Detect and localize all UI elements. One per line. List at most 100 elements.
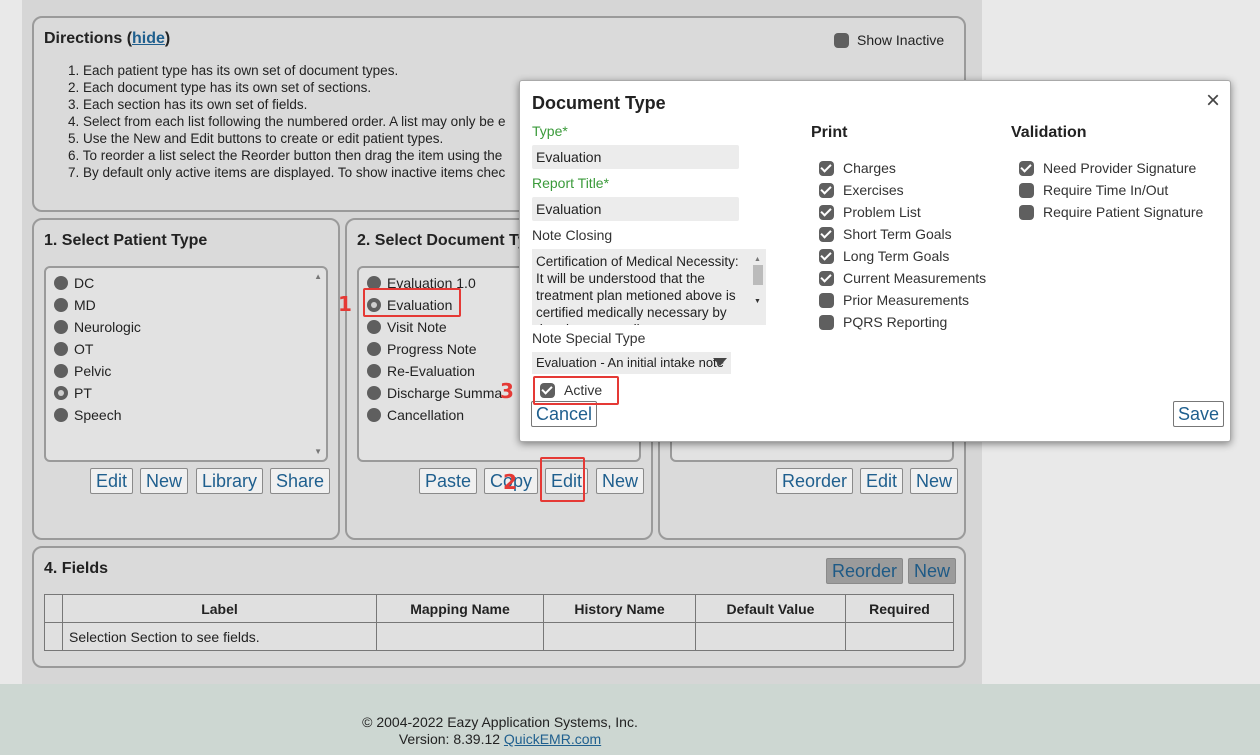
patient-edit-button[interactable]: Edit [90,468,134,494]
checkbox-label: Charges [843,160,896,176]
show-inactive-checkbox[interactable] [834,32,849,48]
textarea-scrollbar[interactable]: ▲ ▼ [752,251,764,321]
print-header: Print [811,124,848,141]
scroll-down-icon[interactable]: ▼ [314,447,322,456]
list-item-label: Re-Evaluation [387,363,475,379]
table-cell [376,622,544,651]
directions-title: Directions (hide) [44,30,171,47]
report-title-field[interactable]: Evaluation [532,197,739,221]
radio-icon[interactable] [54,364,68,378]
checkbox[interactable] [819,205,834,220]
fields-new-button[interactable]: New [908,558,957,584]
checkbox-label: Problem List [843,204,921,220]
table-row: Selection Section to see fields. [44,622,954,651]
radio-icon[interactable] [367,364,381,378]
checkbox-label: Require Patient Signature [1043,204,1204,220]
list-item[interactable]: Neurologic [54,316,318,338]
list-item-label: OT [74,341,94,357]
checkbox[interactable] [819,315,834,330]
callout-1: 1 [338,292,352,316]
table-cell [543,622,696,651]
direction-item: 3. Each section has its own set of field… [68,97,308,112]
table-header-row: Label Mapping Name History Name Default … [44,594,954,623]
hide-link[interactable]: hide [132,30,165,47]
table-header[interactable]: Label [62,594,377,623]
empty-text: Selection Section to see fields. [62,622,377,651]
radio-icon[interactable] [54,276,68,290]
list-item-label: DC [74,275,95,291]
table-cell [845,622,954,651]
checkbox[interactable] [1019,205,1034,220]
document-type-title: 2. Select Document Ty [357,232,527,249]
radio-icon[interactable] [367,386,381,400]
type-field[interactable]: Evaluation [532,145,739,169]
save-button[interactable]: Save [1173,401,1225,427]
list-item[interactable]: DC [54,272,318,294]
list-item[interactable]: PT [54,382,318,404]
chevron-down-icon [713,358,727,366]
checkbox-label: Require Time In/Out [1043,182,1169,198]
checkbox[interactable] [819,293,834,308]
patient-library-button[interactable]: Library [196,468,264,494]
list-item-label: Speech [74,407,122,423]
radio-icon[interactable] [367,342,381,356]
note-closing-textarea[interactable]: Certification of Medical Necessity: It w… [532,249,766,325]
list-item-label: Cancellation [387,407,465,423]
validation-header: Validation [1011,124,1087,141]
dialog-title: Document Type [532,93,666,113]
radio-icon[interactable] [367,320,381,334]
checkbox-label: Prior Measurements [843,292,970,308]
radio-icon[interactable] [54,298,68,312]
fields-table: Label Mapping Name History Name Default … [44,594,954,651]
list-item[interactable]: Pelvic [54,360,318,382]
list-item-label: Pelvic [74,363,112,379]
patient-share-button[interactable]: Share [270,468,331,494]
document-type-dialog: Document Type × Type* Evaluation Report … [519,80,1231,442]
checkbox[interactable] [1019,183,1034,198]
table-header-spacer [44,594,63,623]
radio-icon[interactable] [54,408,68,422]
checkbox[interactable] [819,249,834,264]
section-new-button[interactable]: New [910,468,959,494]
report-title-label: Report Title* [532,175,610,191]
document-new-button[interactable]: New [596,468,645,494]
checkbox-label: Current Measurements [843,270,987,286]
list-item[interactable]: Speech [54,404,318,426]
list-item-label: Visit Note [387,319,447,335]
radio-icon[interactable] [54,320,68,334]
list-item[interactable]: OT [54,338,318,360]
section-edit-button[interactable]: Edit [860,468,904,494]
checkbox-label: Long Term Goals [843,248,950,264]
show-inactive-toggle[interactable]: Show Inactive [834,32,944,48]
table-header[interactable]: Default Value [695,594,846,623]
checkbox[interactable] [819,227,834,242]
document-paste-button[interactable]: Paste [419,468,478,494]
table-header[interactable]: Required [845,594,954,623]
note-special-type-select[interactable]: Evaluation - An initial intake note [532,352,731,374]
radio-icon[interactable] [367,408,381,422]
patient-type-list[interactable]: ▲ ▼ DC MD Neurologic OT Pelvic PT Speech [44,266,328,462]
table-header[interactable]: History Name [543,594,696,623]
direction-item: 1. Each patient type has its own set of … [68,63,399,78]
checkbox[interactable] [1019,161,1034,176]
fields-reorder-button[interactable]: Reorder [826,558,904,584]
radio-icon[interactable] [54,386,68,400]
checkbox[interactable] [819,183,834,198]
checkbox[interactable] [819,271,834,286]
section-reorder-button[interactable]: Reorder [776,468,854,494]
fields-title: 4. Fields [44,560,109,577]
list-item[interactable]: MD [54,294,318,316]
table-header[interactable]: Mapping Name [376,594,544,623]
radio-icon[interactable] [54,342,68,356]
note-special-type-value: Evaluation - An initial intake note [536,355,724,370]
checkbox[interactable] [819,161,834,176]
quickemr-link[interactable]: QuickEMR.com [504,731,601,747]
callout-3: 3 [500,379,514,403]
close-icon[interactable]: × [1206,87,1220,115]
note-closing-label: Note Closing [532,227,613,243]
checkbox-label: PQRS Reporting [843,314,948,330]
list-item-label: MD [74,297,96,313]
list-item-label: Progress Note [387,341,477,357]
patient-new-button[interactable]: New [140,468,189,494]
highlight-evaluation [363,288,461,317]
